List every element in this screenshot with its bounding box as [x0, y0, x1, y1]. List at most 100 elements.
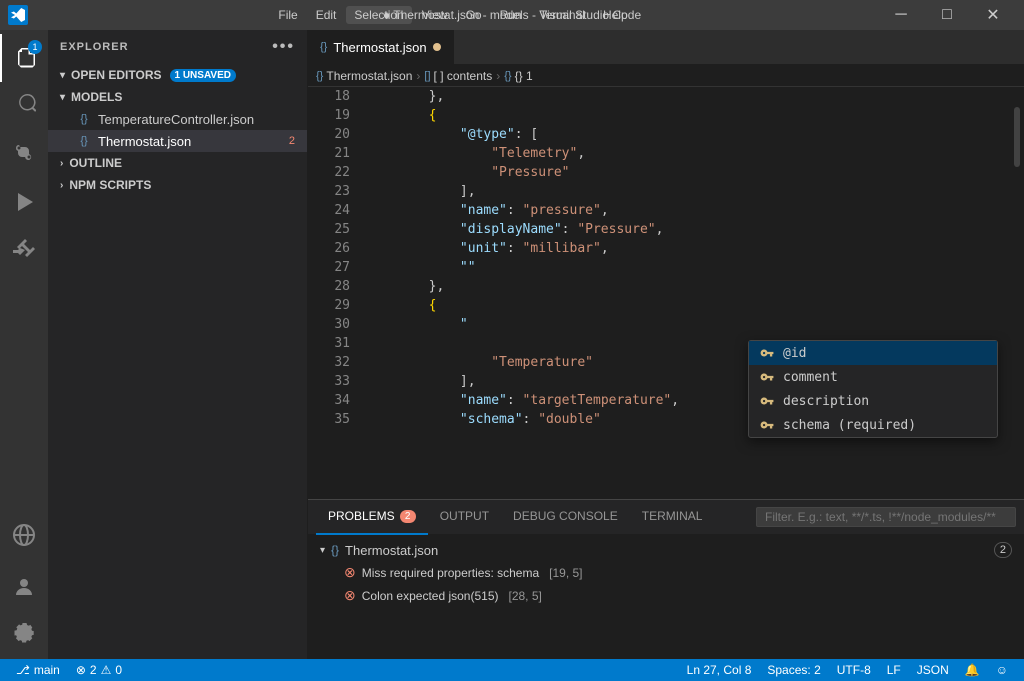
autocomplete-item[interactable]: description	[749, 389, 997, 413]
activity-extensions[interactable]	[0, 226, 48, 274]
bottom-panel: PROBLEMS 2 OUTPUT DEBUG CONSOLE TERMINAL	[308, 499, 1024, 659]
npm-chevron: ›	[60, 180, 63, 191]
code-line: ],	[358, 182, 1010, 201]
git-branch-icon: ⎇	[16, 663, 30, 677]
code-line: "Pressure"	[358, 163, 1010, 182]
main-container: 1 EXPLORER ••• ▾	[0, 30, 1024, 659]
autocomplete-dropdown[interactable]: @id commentdescription schema (required)	[748, 340, 998, 438]
autocomplete-text: @id	[783, 346, 806, 361]
sidebar-more-icon[interactable]: •••	[272, 38, 295, 56]
breadcrumb-sep-1: ›	[416, 69, 420, 83]
maximize-button[interactable]: □	[924, 0, 970, 30]
menu-edit[interactable]: Edit	[308, 6, 345, 24]
close-button[interactable]: ✕	[970, 0, 1016, 30]
code-line: "@type": [	[358, 125, 1010, 144]
code-line: "Telemetry",	[358, 144, 1010, 163]
autocomplete-item[interactable]: @id	[749, 341, 997, 365]
outline-label: OUTLINE	[69, 156, 122, 170]
error-count-icon: ⊗	[76, 663, 86, 677]
activity-account[interactable]	[0, 563, 48, 611]
status-feedback[interactable]: ☺	[988, 659, 1016, 681]
file-temperature-controller[interactable]: {} TemperatureController.json	[48, 108, 307, 130]
bell-icon: 🔔	[965, 663, 980, 677]
breadcrumb-file-icon: {}	[316, 70, 323, 82]
explorer-badge: 1	[28, 40, 42, 54]
autocomplete-icon	[759, 345, 775, 361]
editor-area: {} Thermostat.json {} Thermostat.json › …	[308, 30, 1024, 659]
status-right: Ln 27, Col 8 Spaces: 2 UTF-8 LF JSON 🔔 ☺	[679, 659, 1016, 681]
problems-badge: 2	[400, 510, 416, 523]
open-editors-header[interactable]: ▾ OPEN EDITORS 1 UNSAVED	[48, 64, 307, 86]
status-eol[interactable]: LF	[879, 659, 909, 681]
sidebar-section: ▾ OPEN EDITORS 1 UNSAVED ▾ MODELS {} Tem…	[48, 64, 307, 659]
window-title: ● Thermostat.json - models - Visual Stud…	[383, 8, 641, 22]
filter-input[interactable]	[756, 507, 1016, 527]
breadcrumb-file[interactable]: {} Thermostat.json	[316, 69, 412, 83]
activity-bar: 1	[0, 30, 48, 659]
tab-thermostat[interactable]: {} Thermostat.json	[308, 30, 454, 64]
vertical-scrollbar[interactable]	[1010, 87, 1024, 499]
status-notifications[interactable]: 🔔	[957, 659, 988, 681]
panel-tab-output[interactable]: OUTPUT	[428, 500, 501, 535]
code-line: "name": "pressure",	[358, 201, 1010, 220]
json-file-icon: {}	[76, 111, 92, 127]
problem-location-0: [19, 5]	[549, 566, 582, 580]
status-language[interactable]: JSON	[909, 659, 957, 681]
status-cursor[interactable]: Ln 27, Col 8	[679, 659, 760, 681]
status-left: ⎇ main ⊗ 2 ⚠ 0	[8, 659, 130, 681]
line-numbers: 181920212223242526272829303132333435	[308, 87, 358, 499]
models-chevron: ▾	[60, 92, 65, 103]
group-json-icon: {}	[331, 543, 339, 557]
activity-search[interactable]	[0, 82, 48, 130]
code-line: },	[358, 87, 1010, 106]
breadcrumb-array-icon: []	[424, 70, 430, 82]
autocomplete-text: schema (required)	[783, 418, 916, 433]
autocomplete-item[interactable]: schema (required)	[749, 413, 997, 437]
status-git[interactable]: ⎇ main	[8, 659, 68, 681]
panel-filter[interactable]	[756, 507, 1016, 527]
panel-tabs: PROBLEMS 2 OUTPUT DEBUG CONSOLE TERMINAL	[308, 500, 1024, 535]
smiley-icon: ☺	[996, 663, 1008, 677]
sidebar-header: EXPLORER •••	[48, 30, 307, 64]
status-errors[interactable]: ⊗ 2 ⚠ 0	[68, 659, 130, 681]
problem-file-name: Thermostat.json	[345, 543, 438, 558]
outline-header[interactable]: › OUTLINE	[48, 152, 307, 174]
titlebar-left	[8, 5, 28, 25]
panel-tab-terminal[interactable]: TERMINAL	[630, 500, 715, 535]
activity-settings[interactable]	[0, 611, 48, 659]
autocomplete-item[interactable]: comment	[749, 365, 997, 389]
tab-modified-dot	[433, 43, 441, 51]
activity-remote[interactable]	[0, 511, 48, 559]
npm-scripts-header[interactable]: › NPM SCRIPTS	[48, 174, 307, 196]
group-chevron: ▾	[320, 545, 325, 556]
problem-item-0[interactable]: ⊗ Miss required properties: schema [19, …	[308, 561, 1024, 584]
breadcrumb-item-1[interactable]: {} {} 1	[504, 69, 532, 83]
panel-tab-debug-console[interactable]: DEBUG CONSOLE	[501, 500, 630, 535]
menu-file[interactable]: File	[270, 6, 305, 24]
breadcrumb: {} Thermostat.json › [] [ ] contents › {…	[308, 65, 1024, 87]
error-icon-1: ⊗	[344, 587, 356, 604]
warning-icon: ⚠	[101, 663, 112, 677]
minimize-button[interactable]: ─	[878, 0, 924, 30]
status-spaces[interactable]: Spaces: 2	[759, 659, 828, 681]
models-header[interactable]: ▾ MODELS	[48, 86, 307, 108]
file-thermostat[interactable]: {} Thermostat.json 2	[48, 130, 307, 152]
status-encoding[interactable]: UTF-8	[829, 659, 879, 681]
activity-explorer[interactable]: 1	[0, 34, 48, 82]
error-badge: 2	[289, 135, 295, 147]
activity-source-control[interactable]	[0, 130, 48, 178]
problem-count: 2	[994, 542, 1012, 558]
code-line: "unit": "millibar",	[358, 239, 1010, 258]
autocomplete-icon	[759, 369, 775, 385]
activity-run[interactable]	[0, 178, 48, 226]
code-line: "	[358, 315, 1010, 334]
breadcrumb-contents[interactable]: [] [ ] contents	[424, 69, 492, 83]
error-icon-0: ⊗	[344, 564, 356, 581]
titlebar: File Edit Selection View Go Run Terminal…	[0, 0, 1024, 30]
problem-group-header[interactable]: ▾ {} Thermostat.json 2	[308, 539, 1024, 561]
editor-content[interactable]: 181920212223242526272829303132333435 }, …	[308, 87, 1024, 499]
code-line: "displayName": "Pressure",	[358, 220, 1010, 239]
problem-item-1[interactable]: ⊗ Colon expected json(515) [28, 5]	[308, 584, 1024, 607]
npm-scripts-label: NPM SCRIPTS	[69, 178, 151, 192]
panel-tab-problems[interactable]: PROBLEMS 2	[316, 500, 428, 535]
